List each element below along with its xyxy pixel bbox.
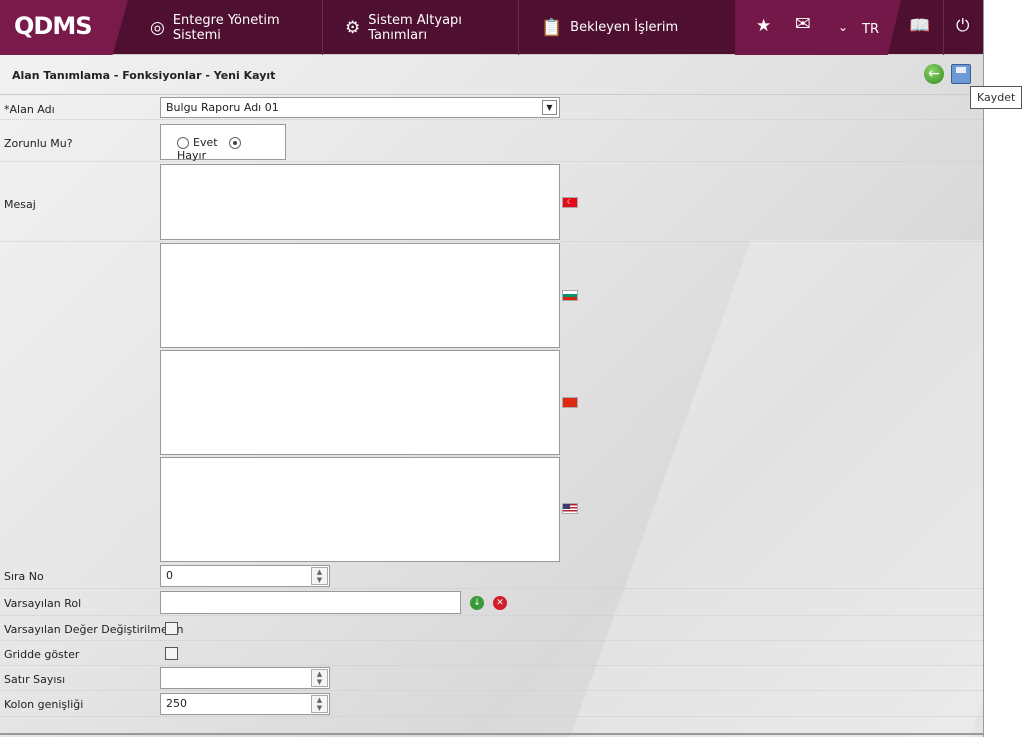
row-sira-no: Sıra No 0 ▲ ▼	[0, 563, 983, 589]
save-button[interactable]	[951, 64, 971, 84]
label: Zorunlu Mu?	[4, 137, 73, 150]
spinner-buttons[interactable]: ▲ ▼	[311, 669, 328, 687]
row-degistirilmesin: Varsayılan Değer Değiştirilmesin	[0, 616, 983, 641]
kolon-genisligi-input[interactable]: 250 ▲ ▼	[160, 693, 330, 715]
mesaj-bg-textarea[interactable]	[160, 243, 560, 348]
gear-icon: ⚙	[345, 17, 361, 38]
label: Gridde göster	[4, 648, 80, 661]
qdms-logo[interactable]: QDMS	[0, 0, 128, 55]
floppy-icon	[956, 67, 966, 73]
degistirilmesin-checkbox[interactable]	[165, 622, 178, 635]
flag-tr-icon: ☾	[562, 197, 578, 208]
flag-cn-icon	[562, 397, 578, 408]
nav-label: Bekleyen İşlerim	[570, 20, 679, 35]
input-value: 0	[166, 569, 173, 582]
input-value: 250	[166, 697, 187, 710]
top-nav-bar: QDMS ◎ Entegre Yönetim Sistemi ⚙ Sistem Al…	[0, 0, 983, 55]
zorunlu-radio-group: Evet Hayır	[160, 124, 286, 162]
spinner-buttons[interactable]: ▲ ▼	[311, 695, 328, 713]
nav-entegre[interactable]: ◎ Entegre Yönetim Sistemi	[128, 0, 323, 55]
row-mesaj: Mesaj ☾	[0, 162, 983, 242]
nav-label: Entegre Yönetim Sistemi	[172, 12, 280, 43]
radio-label: Evet	[193, 136, 218, 149]
label: Sıra No	[4, 570, 44, 583]
label: Satır Sayısı	[4, 673, 66, 686]
chevron-down-icon[interactable]: ⌄	[838, 20, 848, 34]
select-role-icon[interactable]: ↓	[470, 596, 484, 610]
mesaj-us-textarea[interactable]	[160, 457, 560, 562]
row-zorunlu: Zorunlu Mu? Evet Hayır	[0, 120, 983, 162]
page-title: Alan Tanımlama - Fonksiyonlar - Yeni Kay…	[12, 69, 276, 82]
label: Kolon genişliği	[4, 698, 84, 711]
row-satir-sayisi: Satır Sayısı ▲ ▼	[0, 666, 983, 691]
app-window: QDMS ◎ Entegre Yönetim Sistemi ⚙ Sistem Al…	[0, 0, 984, 737]
qdms-icon: ◎	[150, 17, 165, 38]
radio-circle	[177, 137, 189, 149]
back-button[interactable]: ←	[924, 64, 944, 84]
row-gridde: Gridde göster	[0, 641, 983, 666]
power-icon[interactable]: ⏻	[956, 16, 969, 36]
radio-label: Hayır	[177, 149, 207, 162]
label: Varsayılan Değer Değiştirilmesin	[4, 623, 184, 636]
nav-label: Sistem Altyapı Tanımları	[368, 12, 462, 43]
row-alan-adi: *Alan Adı Bulgu Raporu Adı 01 ▼	[0, 95, 983, 120]
label: Mesaj	[4, 198, 36, 211]
row-varsayilan-rol: Varsayılan Rol ↓ ✕	[0, 589, 983, 616]
flag-us-icon	[562, 503, 578, 514]
radio-evet[interactable]: Evet	[177, 136, 218, 149]
mesaj-tr-textarea[interactable]	[160, 164, 560, 240]
row-kolon-genisligi: Kolon genişliği 250 ▲ ▼	[0, 691, 983, 717]
chevron-down-icon: ▼	[542, 100, 557, 115]
alan-adi-select[interactable]: Bulgu Raporu Adı 01 ▼	[160, 97, 560, 118]
nav-bekleyen[interactable]: 📋 Bekleyen İşlerim	[519, 0, 735, 55]
language-selector[interactable]: TR	[862, 22, 879, 37]
spinner-buttons[interactable]: ▲ ▼	[311, 567, 328, 585]
gridde-goster-checkbox[interactable]	[165, 647, 178, 660]
manual-icon[interactable]: 📖	[909, 16, 930, 36]
label: *Alan Adı	[4, 103, 55, 116]
select-value: Bulgu Raporu Adı 01	[166, 101, 279, 114]
nav-sistem-altyapi[interactable]: ⚙ Sistem Altyapı Tanımları	[323, 0, 519, 55]
sira-no-input[interactable]: 0 ▲ ▼	[160, 565, 330, 587]
flag-bg-icon	[562, 290, 578, 301]
mesaj-cn-textarea[interactable]	[160, 350, 560, 455]
save-tooltip: Kaydet	[970, 86, 1023, 109]
satir-sayisi-input[interactable]: ▲ ▼	[160, 667, 330, 689]
clipboard-icon: 📋	[541, 17, 563, 38]
varsayilan-rol-input[interactable]	[160, 591, 461, 614]
label: Varsayılan Rol	[4, 597, 82, 610]
radio-circle	[229, 137, 242, 149]
mail-icon[interactable]: ✉	[795, 13, 811, 35]
star-icon[interactable]: ★	[756, 16, 771, 36]
clear-role-icon[interactable]: ✕	[493, 596, 507, 610]
